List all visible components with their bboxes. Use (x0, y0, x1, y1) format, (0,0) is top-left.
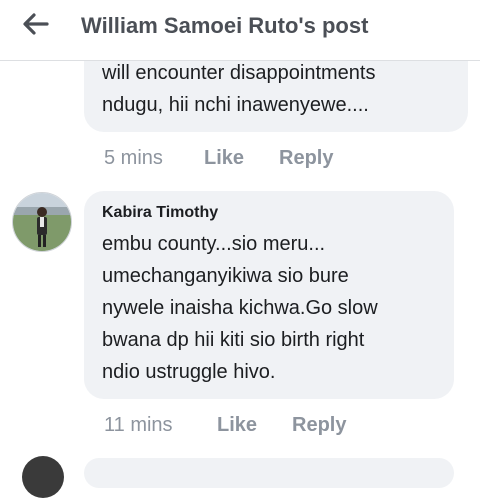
avatar[interactable] (12, 192, 72, 252)
arrow-left-icon (23, 12, 49, 40)
like-button[interactable]: Like (217, 414, 257, 437)
back-button[interactable] (18, 12, 54, 40)
comment-author[interactable]: Kabira Timothy (102, 204, 218, 222)
page-title: William Samoei Ruto's post (81, 13, 369, 38)
avatar[interactable] (22, 456, 64, 498)
comment-text-line: will encounter disappointments (102, 62, 376, 84)
post-header: William Samoei Ruto's post (0, 0, 480, 61)
reply-button[interactable]: Reply (292, 414, 346, 437)
comment-text-line: ndugu, hii nchi inawenyewe.... (102, 94, 369, 116)
comment-timestamp: 5 mins (104, 147, 163, 169)
comment-text-line: ndio ustruggle hivo. (102, 361, 276, 383)
comment-timestamp: 11 mins (104, 414, 173, 436)
comment-text-line: umechanganyikiwa sio bure (102, 265, 349, 287)
like-button[interactable]: Like (204, 147, 244, 170)
comment-text-line: embu county...sio meru... (102, 233, 326, 255)
reply-button[interactable]: Reply (279, 147, 333, 170)
comment-text-line: bwana dp hii kiti sio birth right (102, 329, 365, 351)
comment-text-line: nywele inaisha kichwa.Go slow (102, 297, 378, 319)
